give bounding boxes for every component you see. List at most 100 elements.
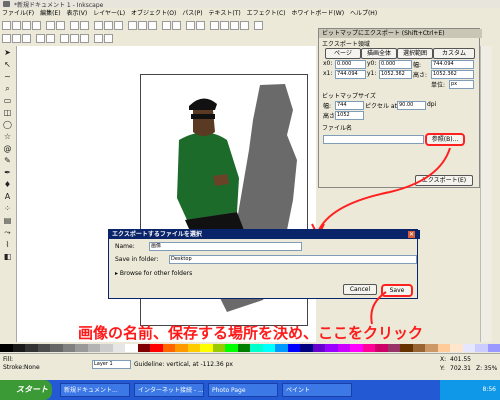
palette-swatch[interactable] [350,344,363,352]
palette-swatch[interactable] [437,344,450,352]
task-inkscape[interactable]: 新規ドキュメント... [60,383,130,397]
palette-swatch[interactable] [137,344,150,352]
ungroup-icon[interactable] [196,21,205,30]
snap-center-icon[interactable] [70,34,79,43]
import-icon[interactable] [46,21,55,30]
palette-swatch[interactable] [425,344,438,352]
pencil-tool-icon[interactable]: ✎ [3,156,12,165]
snap-grid-icon[interactable] [36,34,45,43]
palette-swatch[interactable] [462,344,475,352]
task-paint[interactable]: ペイント [282,383,352,397]
zoom-value[interactable]: 35% [484,365,497,372]
task-browser[interactable]: インターネット接続 - ... [134,383,204,397]
duplicate-icon[interactable] [162,21,171,30]
paint-bucket-tool-icon[interactable]: ◧ [3,252,12,261]
snap-toggle-icon[interactable] [2,34,11,43]
text-font-icon[interactable] [220,21,229,30]
palette-swatch[interactable] [287,344,300,352]
bitmap-height-field[interactable]: 1052 [335,111,364,120]
palette-swatch[interactable] [400,344,413,352]
palette-swatch[interactable] [237,344,250,352]
palette-swatch[interactable] [337,344,350,352]
palette-swatch[interactable] [50,344,63,352]
palette-swatch[interactable] [87,344,100,352]
open-icon[interactable] [12,21,21,30]
spray-tool-icon[interactable]: ⁘ [3,204,12,213]
connector-tool-icon[interactable]: ⤳ [3,228,12,237]
snap-path-icon[interactable] [60,34,69,43]
paste-icon[interactable] [114,21,123,30]
snap-nodes-icon[interactable] [22,34,31,43]
dpi-field[interactable]: 90.00 [397,101,426,110]
calligraphy-tool-icon[interactable]: ♦ [3,180,12,189]
star-tool-icon[interactable]: ☆ [3,132,12,141]
box3d-tool-icon[interactable]: ◫ [3,108,12,117]
menu-file[interactable]: ファイル(F) [0,9,36,19]
palette-swatch[interactable] [312,344,325,352]
clone-icon[interactable] [172,21,181,30]
palette-swatch[interactable] [362,344,375,352]
tab-drawing[interactable]: 描画全体 [361,48,397,59]
palette-swatch[interactable] [175,344,188,352]
snap-page-icon[interactable] [80,34,89,43]
zoom-page-icon[interactable] [148,21,157,30]
units-select[interactable]: px [449,80,474,89]
xml-editor-icon[interactable] [230,21,239,30]
snap-guide-icon[interactable] [46,34,55,43]
palette-swatch[interactable] [75,344,88,352]
layer-select[interactable]: Layer 1 [92,360,131,369]
menu-help[interactable]: ヘルプ(H) [348,9,379,19]
snap-intersection-icon[interactable] [104,34,113,43]
palette-swatch[interactable] [375,344,388,352]
palette-swatch[interactable] [100,344,113,352]
node-tool-icon[interactable]: ↖ [3,60,12,69]
vertical-scrollbar[interactable] [480,46,492,342]
folder-select[interactable]: Desktop [169,255,417,264]
palette-swatch[interactable] [325,344,338,352]
text-tool-icon[interactable]: A [3,192,12,201]
pen-tool-icon[interactable]: ✒ [3,168,12,177]
print-icon[interactable] [32,21,41,30]
tab-page[interactable]: ページ [325,48,361,59]
palette-swatch[interactable] [212,344,225,352]
palette-swatch[interactable] [125,344,138,352]
preferences-icon[interactable] [254,21,263,30]
palette-swatch[interactable] [450,344,463,352]
menu-object[interactable]: オブジェクト(O) [129,9,178,19]
menu-edit[interactable]: 編集(E) [38,9,62,19]
selector-tool-icon[interactable]: ➤ [3,48,12,57]
menu-effects[interactable]: エフェクト(C) [245,9,288,19]
gradient-tool-icon[interactable]: ▤ [3,216,12,225]
close-icon[interactable]: ✕ [408,231,415,238]
palette-swatch[interactable] [225,344,238,352]
palette-swatch[interactable] [300,344,313,352]
palette-swatch[interactable] [187,344,200,352]
palette-swatch[interactable] [412,344,425,352]
cut-icon[interactable] [104,21,113,30]
x0-field[interactable]: 0.000 [335,60,366,69]
copy-icon[interactable] [94,21,103,30]
palette-swatch[interactable] [37,344,50,352]
tab-custom[interactable]: カスタム [433,48,475,59]
zoom-tool-icon[interactable]: ⌕ [3,84,12,93]
y0-field[interactable]: 0.000 [379,60,412,69]
dropper-tool-icon[interactable]: ⌇ [3,240,12,249]
palette-swatch[interactable] [275,344,288,352]
palette-swatch[interactable] [487,344,500,352]
zoom-selection-icon[interactable] [128,21,137,30]
menu-text[interactable]: テキスト(T) [207,9,243,19]
rectangle-tool-icon[interactable]: ▭ [3,96,12,105]
area-height-field[interactable]: 1052.362 [431,70,474,79]
palette-swatch[interactable] [387,344,400,352]
palette-swatch[interactable] [0,344,13,352]
browse-other-folders-expander[interactable]: ▸ Browse for other folders [115,270,192,277]
area-width-field[interactable]: 744.094 [431,60,474,69]
palette-swatch[interactable] [262,344,275,352]
spiral-tool-icon[interactable]: @ [3,144,12,153]
start-button[interactable]: スタート [0,380,52,400]
menu-view[interactable]: 表示(V) [64,9,89,19]
export-icon[interactable] [56,21,65,30]
task-photo[interactable]: Photo Page [208,383,278,397]
align-icon[interactable] [240,21,249,30]
palette-swatch[interactable] [112,344,125,352]
